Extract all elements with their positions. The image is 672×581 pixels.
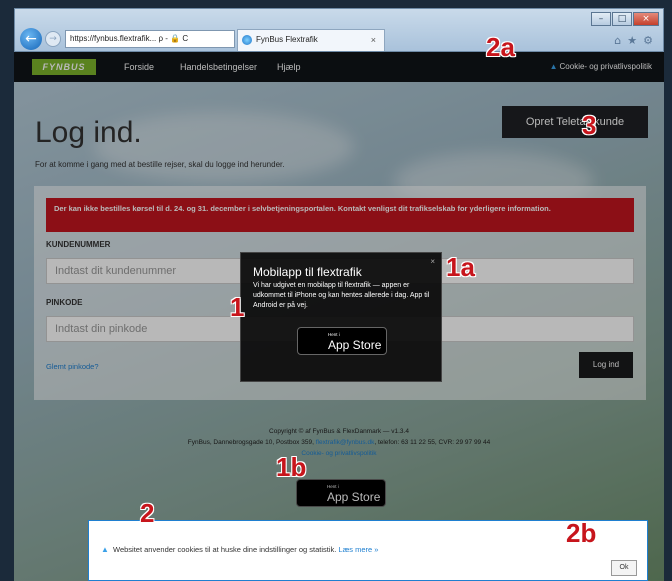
callout-1: 1	[230, 292, 245, 322]
minimize-button[interactable]: –	[591, 12, 611, 26]
browser-chrome: – □ × ← → https://fynbus.flextrafik... ρ…	[14, 8, 664, 52]
star-icon[interactable]: ★	[627, 34, 637, 47]
browser-tools: ⌂ ★ ⚙	[614, 34, 653, 47]
modal-title: Mobilapp til flextrafik	[253, 265, 362, 279]
home-icon[interactable]: ⌂	[614, 34, 621, 47]
warning-icon: ▲	[101, 545, 109, 554]
callout-3: 3	[582, 110, 597, 140]
address-bar[interactable]: https://fynbus.flextrafik... ρ - 🔒 C	[65, 30, 235, 48]
tab-title: FynBus Flextrafik	[256, 35, 318, 44]
app-store-small: Hent i	[328, 332, 340, 337]
modal-app-store-badge[interactable]: Hent i App Store	[297, 327, 387, 355]
forward-arrow-icon[interactable]: →	[45, 31, 61, 47]
callout-2a: 2a	[486, 32, 515, 62]
modal-body: Vi har udgivet en mobilapp til flextrafi…	[253, 282, 430, 309]
window-controls: – □ ×	[591, 12, 659, 26]
cookie-text: Websitet anvender cookies til at huske d…	[113, 545, 337, 554]
ie-icon	[242, 35, 252, 45]
gear-icon[interactable]: ⚙	[643, 34, 653, 47]
address-controls: ρ - 🔒 C	[156, 34, 189, 43]
page-viewport: FYNBUS Forside Handelsbetingelser Hjælp …	[14, 52, 664, 581]
tab-close-icon[interactable]: ×	[371, 30, 376, 50]
callout-2b: 2b	[566, 518, 597, 548]
address-text: https://fynbus.flextrafik...	[70, 34, 157, 43]
tab-fynbus[interactable]: FynBus Flextrafik ×	[237, 29, 385, 51]
callout-1b: 1b	[276, 452, 307, 482]
cookie-message: ▲ Websitet anvender cookies til at huske…	[101, 545, 378, 554]
app-store-big: App Store	[328, 338, 382, 352]
mobile-app-modal: × Mobilapp til flextrafik Vi har udgivet…	[240, 252, 442, 382]
close-window-button[interactable]: ×	[633, 12, 659, 26]
back-arrow-icon[interactable]: ←	[20, 28, 42, 50]
callout-1a: 1a	[446, 252, 475, 282]
cookie-ok-button[interactable]: Ok	[611, 560, 637, 576]
read-more-link[interactable]: Læs mere »	[338, 545, 378, 554]
cookie-consent-bar: ▲ Websitet anvender cookies til at huske…	[88, 520, 648, 581]
callout-2: 2	[140, 498, 155, 528]
maximize-button[interactable]: □	[612, 12, 632, 26]
modal-close-icon[interactable]: ×	[430, 257, 435, 266]
